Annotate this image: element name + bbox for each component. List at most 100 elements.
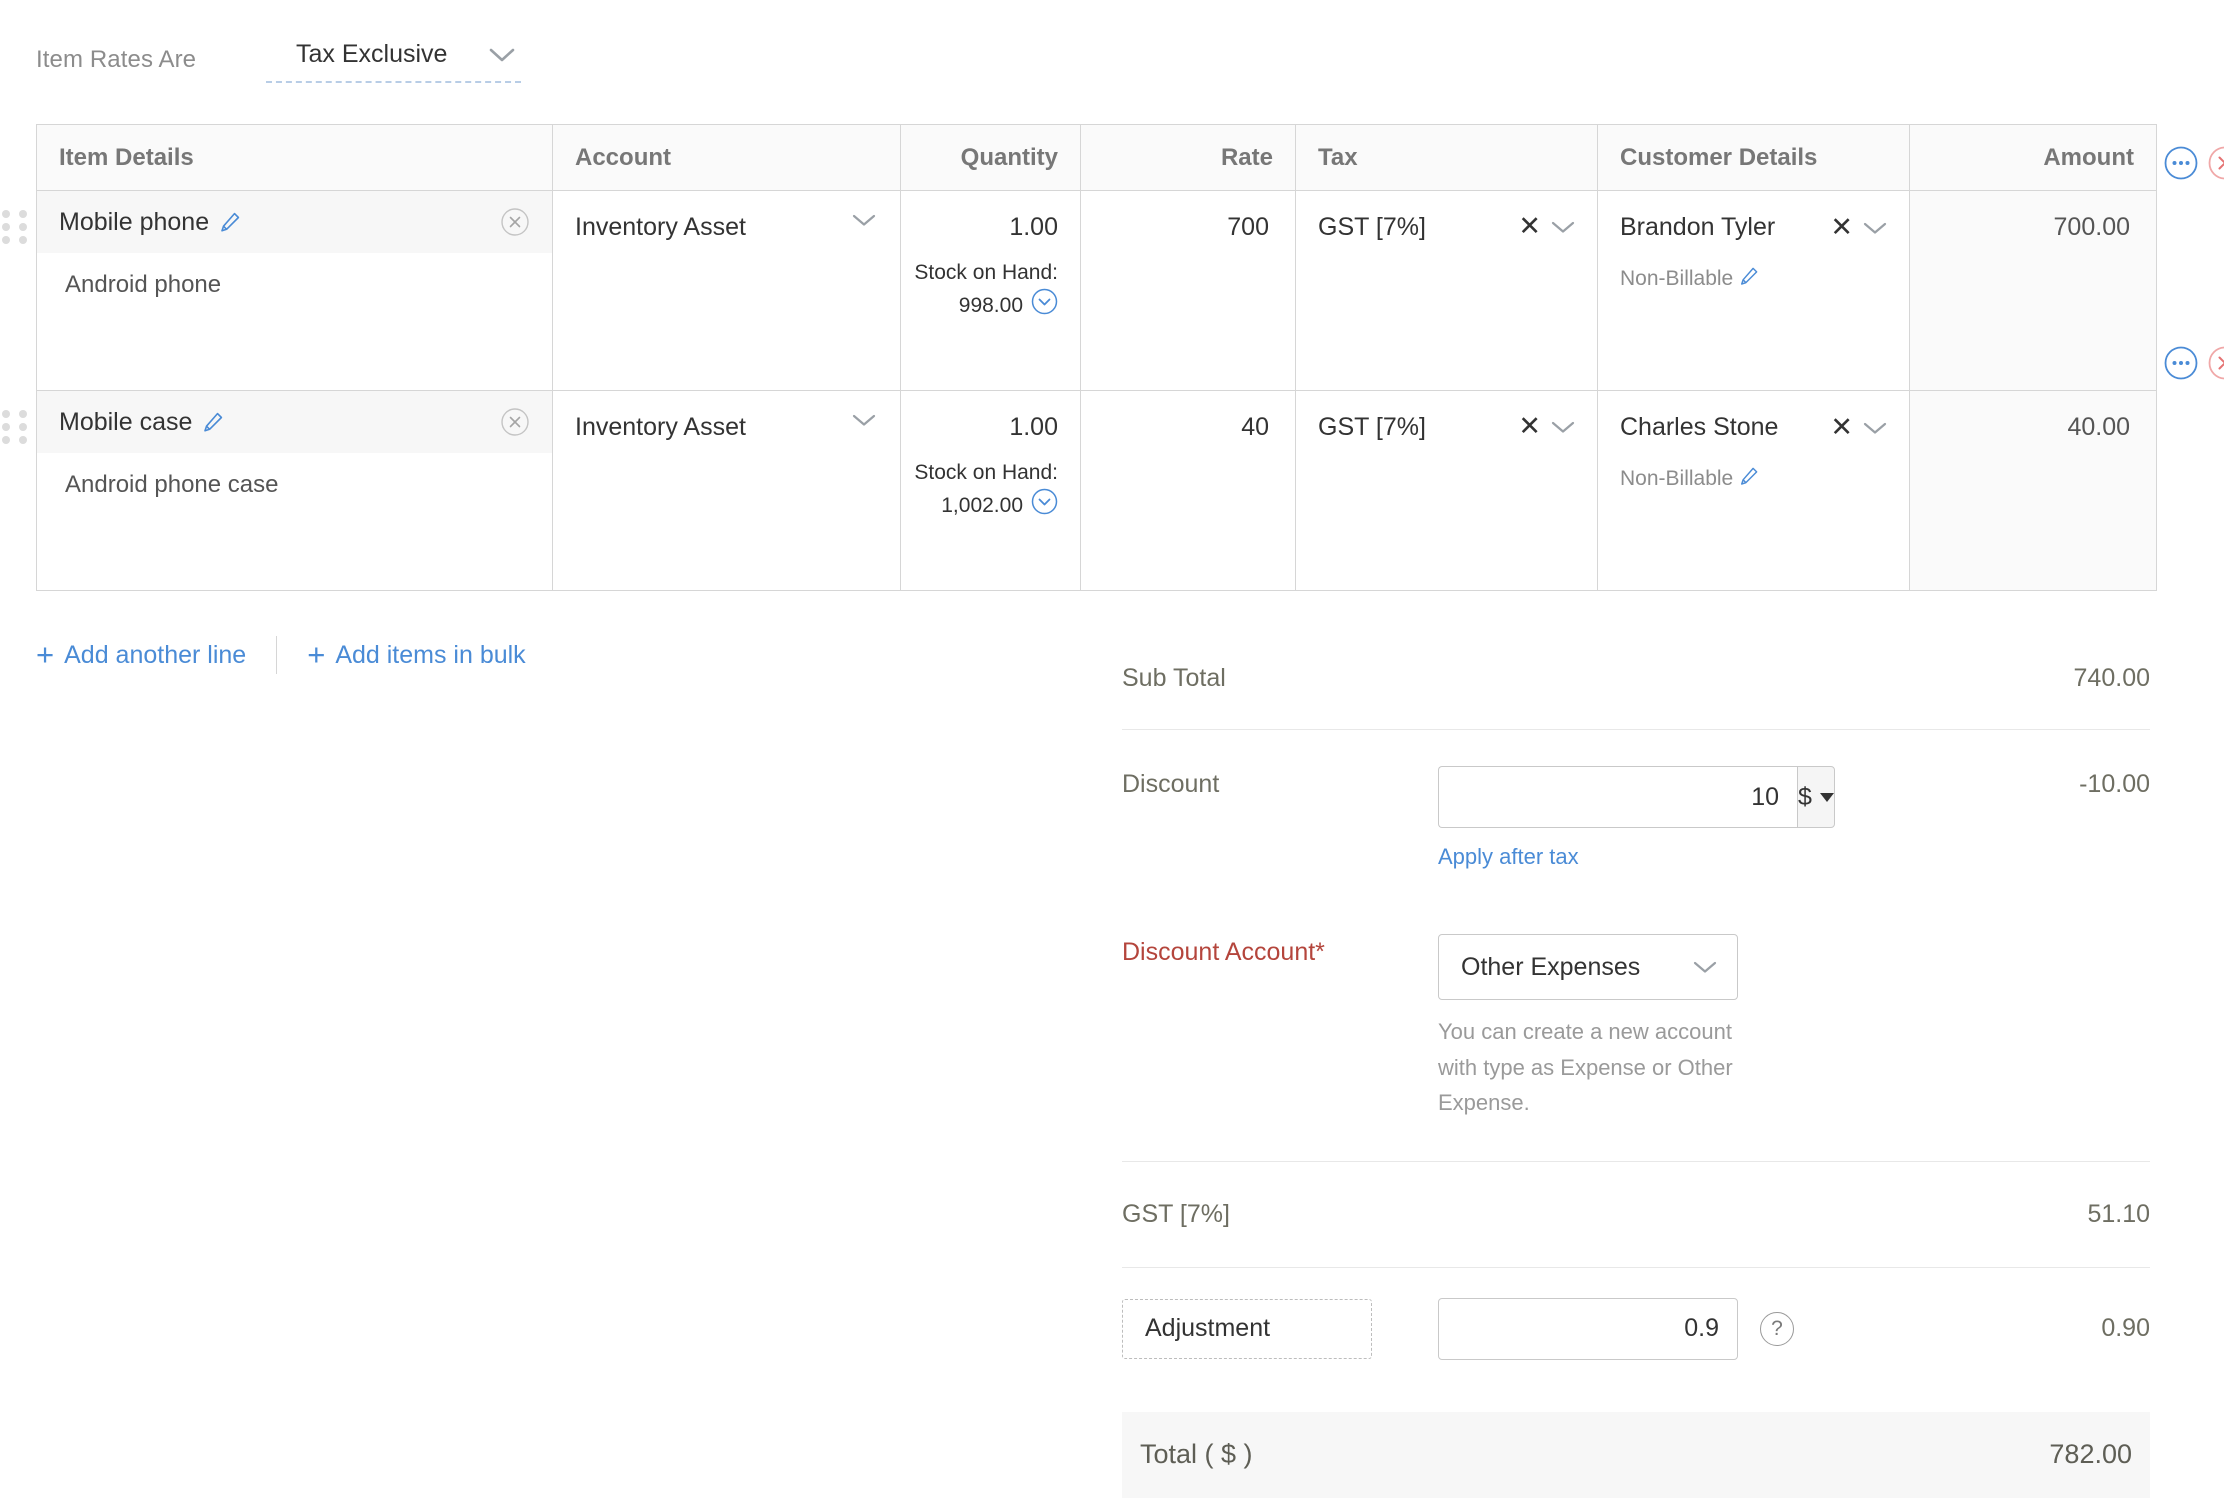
adjustment-label-input[interactable]: Adjustment xyxy=(1122,1298,1372,1359)
grand-total-row: Total ( $ ) 782.00 xyxy=(1122,1411,2150,1498)
stock-on-hand-value: 998.00 xyxy=(958,293,1023,317)
cell-item-details: Mobile phone Android phone xyxy=(36,190,553,391)
billable-status-text: Non-Billable xyxy=(1620,267,1734,290)
stock-on-hand: Stock on Hand: 1,002.00 xyxy=(913,458,1058,524)
billable-status: Non-Billable xyxy=(1620,466,1887,492)
add-items-in-bulk-button[interactable]: + Add items in bulk xyxy=(307,637,526,673)
chevron-down-icon[interactable] xyxy=(1551,420,1575,434)
cell-amount: 700.00 xyxy=(1909,190,2157,391)
gst-row: GST [7%] 51.10 xyxy=(1122,1196,2150,1229)
divider xyxy=(276,636,278,674)
cell-rate: 40 xyxy=(1080,390,1296,591)
edit-pencil-icon[interactable] xyxy=(1739,266,1759,292)
edit-pencil-icon[interactable] xyxy=(1739,466,1759,492)
row-more-options-icon[interactable] xyxy=(2164,146,2198,185)
sub-total-row: Sub Total 740.00 xyxy=(1122,660,2150,693)
item-rates-dropdown[interactable]: Tax Exclusive xyxy=(266,36,521,83)
invoice-line-items-page: Item Rates Are Tax Exclusive Item Detail… xyxy=(0,0,2224,1508)
add-another-line-label: Add another line xyxy=(64,640,247,669)
add-actions: + Add another line + Add items in bulk xyxy=(36,636,526,674)
tax-value[interactable]: GST [7%] xyxy=(1318,413,1426,442)
cell-rate: 700 xyxy=(1080,190,1296,391)
discount-account-dropdown[interactable]: Other Expenses xyxy=(1438,934,1738,1000)
row-actions xyxy=(2164,346,2224,385)
add-items-in-bulk-label: Add items in bulk xyxy=(335,640,526,669)
chevron-down-icon[interactable] xyxy=(1551,220,1575,234)
adjustment-value: 0.90 xyxy=(2101,1314,2150,1343)
customer-value[interactable]: Charles Stone xyxy=(1620,413,1778,442)
discount-row: Discount $ Apply after tax -10.00 xyxy=(1122,766,2150,870)
adjustment-row: Adjustment ? 0.90 xyxy=(1122,1297,2150,1360)
add-another-line-button[interactable]: + Add another line xyxy=(36,637,247,673)
row-delete-icon[interactable] xyxy=(2208,346,2224,385)
row-drag-handle[interactable] xyxy=(2,210,30,244)
amount-value: 700.00 xyxy=(1910,191,2156,390)
discount-unit-dropdown[interactable]: $ xyxy=(1797,766,1835,828)
cell-customer-details: Charles Stone ✕ Non-Billable xyxy=(1597,390,1910,591)
account-dropdown[interactable]: Inventory Asset xyxy=(553,191,900,390)
row-more-options-icon[interactable] xyxy=(2164,346,2198,385)
cell-tax: GST [7%] ✕ xyxy=(1295,390,1598,591)
quantity-value[interactable]: 1.00 xyxy=(913,413,1058,442)
stock-on-hand-value: 1,002.00 xyxy=(941,493,1023,517)
column-header-tax: Tax xyxy=(1295,124,1598,191)
account-value: Inventory Asset xyxy=(575,213,746,241)
plus-icon: + xyxy=(36,637,55,673)
item-rates-value: Tax Exclusive xyxy=(296,40,448,68)
billable-status: Non-Billable xyxy=(1620,266,1887,292)
sub-total-label: Sub Total xyxy=(1122,664,1226,692)
row-delete-icon[interactable] xyxy=(2208,146,2224,185)
sub-total-value: 740.00 xyxy=(2073,664,2150,692)
rate-value[interactable]: 40 xyxy=(1081,391,1295,442)
item-rates-label: Item Rates Are xyxy=(36,45,197,73)
gst-label: GST [7%] xyxy=(1122,1199,1230,1228)
totals-panel: Sub Total 740.00 Discount $ Apply a xyxy=(1122,630,2150,1498)
chevron-down-icon[interactable] xyxy=(1863,421,1887,435)
cell-account: Inventory Asset xyxy=(552,390,901,591)
item-name-field[interactable]: Mobile phone xyxy=(59,208,241,237)
gst-value: 51.10 xyxy=(2087,1199,2150,1228)
chevron-down-icon xyxy=(852,213,876,227)
discount-value: -10.00 xyxy=(2079,770,2150,798)
column-header-rate: Rate xyxy=(1080,124,1296,191)
plus-icon: + xyxy=(307,637,326,673)
chevron-down-icon[interactable] xyxy=(1863,221,1887,235)
item-description[interactable]: Android phone xyxy=(37,253,552,299)
table-row: Mobile case Android phone case Inventory… xyxy=(36,390,2157,591)
clear-item-icon[interactable] xyxy=(500,407,530,437)
item-name-field[interactable]: Mobile case xyxy=(59,408,224,437)
line-items-table: Item Details Account Quantity Rate Tax C… xyxy=(36,124,2157,591)
edit-pencil-icon[interactable] xyxy=(219,211,241,233)
discount-input[interactable] xyxy=(1438,766,1797,828)
cell-account: Inventory Asset xyxy=(552,190,901,391)
rate-value[interactable]: 700 xyxy=(1081,191,1295,242)
adjustment-input[interactable] xyxy=(1438,1297,1738,1360)
cell-quantity: 1.00 Stock on Hand: 998.00 xyxy=(900,190,1081,391)
account-dropdown[interactable]: Inventory Asset xyxy=(553,391,900,590)
chevron-down-icon xyxy=(489,47,515,63)
item-description[interactable]: Android phone case xyxy=(37,453,552,499)
clear-tax-icon[interactable]: ✕ xyxy=(1518,213,1541,240)
column-header-quantity: Quantity xyxy=(900,124,1081,191)
item-name-text: Mobile case xyxy=(59,407,193,436)
tax-value[interactable]: GST [7%] xyxy=(1318,213,1426,242)
grand-total-value: 782.00 xyxy=(2049,1439,2132,1470)
discount-account-spacer xyxy=(1900,934,2150,938)
discount-account-hint: You can create a new account with type a… xyxy=(1438,1019,1733,1116)
clear-customer-icon[interactable]: ✕ xyxy=(1830,414,1853,441)
discount-account-value: Other Expenses xyxy=(1461,952,1641,981)
clear-customer-icon[interactable]: ✕ xyxy=(1830,214,1853,241)
clear-tax-icon[interactable]: ✕ xyxy=(1518,413,1541,440)
apply-after-tax-link[interactable]: Apply after tax xyxy=(1438,844,1900,870)
cell-customer-details: Brandon Tyler ✕ Non-Billable xyxy=(1597,190,1910,391)
customer-value[interactable]: Brandon Tyler xyxy=(1620,213,1775,242)
stock-expand-icon[interactable] xyxy=(1031,288,1058,324)
quantity-value[interactable]: 1.00 xyxy=(913,213,1058,242)
edit-pencil-icon[interactable] xyxy=(202,411,224,433)
row-drag-handle[interactable] xyxy=(2,410,30,444)
stock-expand-icon[interactable] xyxy=(1031,488,1058,524)
column-header-item-details: Item Details xyxy=(36,124,553,191)
stock-on-hand-label: Stock on Hand: xyxy=(914,461,1058,484)
clear-item-icon[interactable] xyxy=(500,207,530,237)
help-icon[interactable]: ? xyxy=(1760,1311,1794,1346)
